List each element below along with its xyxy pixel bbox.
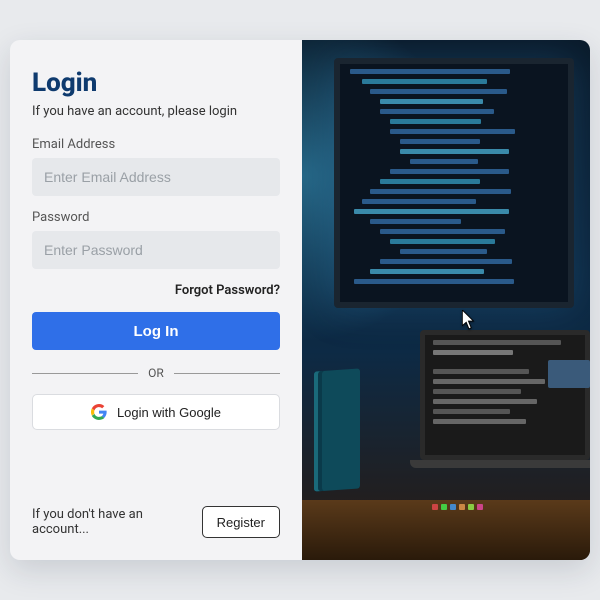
hero-image-panel — [302, 40, 590, 560]
divider: OR — [32, 366, 280, 380]
notebook-illustration — [314, 368, 360, 491]
login-form-panel: Login If you have an account, please log… — [10, 40, 302, 560]
divider-line-right — [174, 373, 280, 374]
laptop-illustration — [420, 330, 590, 520]
monitor-illustration — [334, 58, 574, 308]
login-card: Login If you have an account, please log… — [10, 40, 590, 560]
divider-line-left — [32, 373, 138, 374]
register-row: If you don't have an account... Register — [32, 506, 280, 538]
page-title: Login — [32, 68, 280, 98]
login-button[interactable]: Log In — [32, 312, 280, 350]
google-icon — [91, 404, 107, 420]
divider-or-text: OR — [148, 366, 164, 380]
password-label: Password — [32, 210, 280, 225]
cursor-icon — [462, 310, 476, 330]
forgot-password-link[interactable]: Forgot Password? — [32, 283, 280, 298]
email-label: Email Address — [32, 137, 280, 152]
subtitle-text: If you have an account, please login — [32, 104, 280, 119]
email-input[interactable] — [32, 158, 280, 196]
password-input[interactable] — [32, 231, 280, 269]
no-account-text: If you don't have an account... — [32, 507, 202, 537]
google-button-label: Login with Google — [117, 405, 221, 420]
register-button[interactable]: Register — [202, 506, 280, 538]
login-with-google-button[interactable]: Login with Google — [32, 394, 280, 430]
